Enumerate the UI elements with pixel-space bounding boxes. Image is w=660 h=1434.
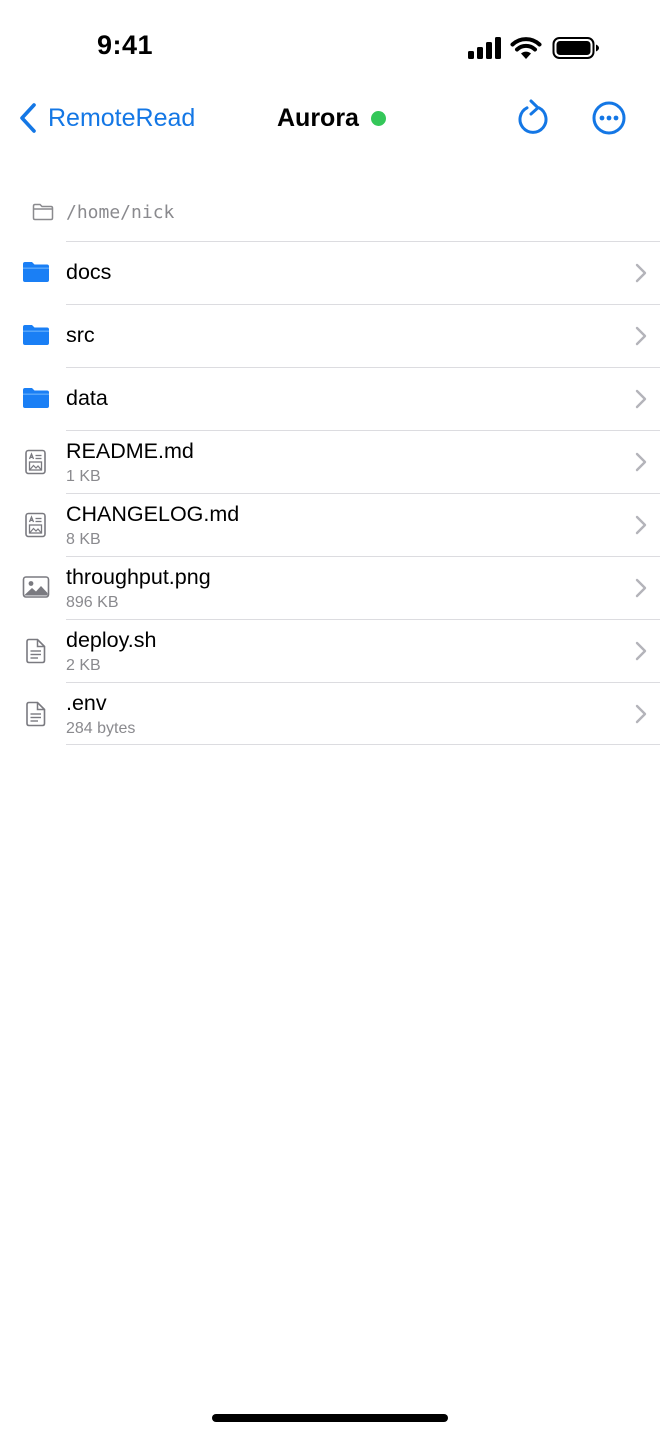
arrow-clockwise-icon <box>518 99 548 134</box>
chevron-right-icon <box>634 326 648 351</box>
home-indicator <box>212 1414 448 1422</box>
file-size: 284 bytes <box>66 720 136 737</box>
file-list: docs src data README.md 1 KB CHANGELOG.md 8 KB… <box>0 241 660 745</box>
text-document-icon <box>22 638 50 669</box>
chevron-left-icon <box>20 103 36 133</box>
markdown-document-icon <box>22 512 50 543</box>
file-name: .env <box>66 691 107 715</box>
file-name: CHANGELOG.md <box>66 502 240 526</box>
refresh-button[interactable] <box>515 98 551 138</box>
file-row[interactable]: throughput.png 896 KB <box>0 556 660 619</box>
file-name: src <box>66 323 95 347</box>
ellipsis-circle-icon <box>592 101 626 135</box>
file-name: throughput.png <box>66 565 211 589</box>
file-size: 8 KB <box>66 531 101 548</box>
more-options-button[interactable] <box>591 98 627 138</box>
file-row[interactable]: .env 284 bytes <box>0 682 660 745</box>
markdown-document-icon <box>22 449 50 480</box>
file-name: README.md <box>66 439 194 463</box>
back-button[interactable]: RemoteRead <box>18 100 195 136</box>
path-label: /home/nick <box>66 202 175 223</box>
folder-icon <box>22 261 50 288</box>
chevron-right-icon <box>634 515 648 540</box>
text-document-icon <box>22 701 50 732</box>
file-size: 2 KB <box>66 657 101 674</box>
folder-row[interactable]: data <box>0 367 660 430</box>
back-button-label: RemoteRead <box>48 103 196 132</box>
chevron-right-icon <box>634 641 648 666</box>
nav-title: Aurora <box>277 100 386 136</box>
current-path: /home/nick <box>0 192 660 232</box>
file-size: 1 KB <box>66 468 101 485</box>
folder-outline-icon <box>32 203 54 221</box>
file-name: data <box>66 386 108 410</box>
file-row[interactable]: CHANGELOG.md 8 KB <box>0 493 660 556</box>
chevron-right-icon <box>634 452 648 477</box>
chevron-right-icon <box>634 263 648 288</box>
file-name: deploy.sh <box>66 628 157 652</box>
battery-icon <box>552 37 599 59</box>
folder-icon <box>22 324 50 351</box>
image-icon <box>22 575 50 604</box>
chevron-right-icon <box>634 578 648 603</box>
folder-icon <box>22 387 50 414</box>
connection-status-dot <box>370 110 386 126</box>
folder-row[interactable]: src <box>0 304 660 367</box>
file-row[interactable]: README.md 1 KB <box>0 430 660 493</box>
chevron-right-icon <box>634 704 648 729</box>
folder-row[interactable]: docs <box>0 241 660 304</box>
file-name: docs <box>66 260 112 284</box>
status-time: 9:41 <box>97 30 154 60</box>
file-size: 896 KB <box>66 594 119 611</box>
file-row[interactable]: deploy.sh 2 KB <box>0 619 660 682</box>
cellular-signal-icon <box>468 37 501 59</box>
server-name: Aurora <box>277 103 359 132</box>
wifi-icon <box>510 37 542 59</box>
chevron-right-icon <box>634 389 648 414</box>
